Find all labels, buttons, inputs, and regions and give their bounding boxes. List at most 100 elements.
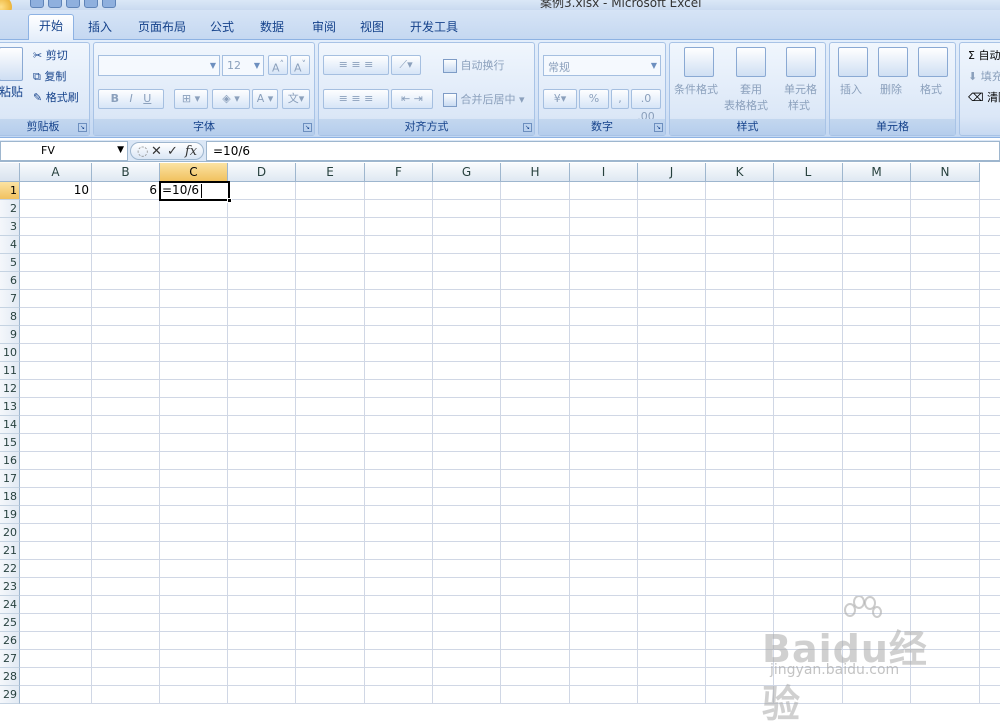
font-size-combo[interactable]: 12 ▼	[222, 55, 264, 76]
column-header-a[interactable]: A	[20, 163, 92, 182]
row-header-11[interactable]: 11	[0, 362, 20, 380]
row-header-26[interactable]: 26	[0, 632, 20, 650]
row-header-7[interactable]: 7	[0, 290, 20, 308]
row-header-5[interactable]: 5	[0, 254, 20, 272]
enter-icon[interactable]: ✓	[167, 143, 178, 160]
fill-color-button[interactable]: ◈ ▾	[212, 89, 250, 109]
number-format-combo[interactable]: 常规 ▼	[543, 55, 661, 76]
row-header-17[interactable]: 17	[0, 470, 20, 488]
font-launcher-icon[interactable]: ↘	[303, 123, 312, 132]
paste-icon[interactable]	[0, 47, 23, 81]
indent-buttons[interactable]: ⇤ ⇥	[391, 89, 433, 109]
redo-icon[interactable]	[66, 0, 80, 8]
tab-page-layout[interactable]: 页面布局	[128, 16, 196, 40]
column-header-l[interactable]: L	[774, 163, 843, 182]
format-cells-icon[interactable]	[918, 47, 948, 77]
paste-button[interactable]: 粘贴	[0, 83, 23, 100]
currency-button[interactable]: ¥▾	[543, 89, 577, 109]
conditional-formatting-icon[interactable]	[684, 47, 714, 77]
decimal-buttons[interactable]: .0 .00	[631, 89, 661, 123]
delete-cells-button[interactable]: 删除	[880, 81, 902, 97]
font-name-combo[interactable]: ▼	[98, 55, 220, 76]
row-header-3[interactable]: 3	[0, 218, 20, 236]
customize-qat-icon[interactable]	[102, 0, 116, 8]
row-header-22[interactable]: 22	[0, 560, 20, 578]
format-as-table-line2[interactable]: 表格格式	[724, 97, 768, 113]
cell-styles-line2[interactable]: 样式	[788, 97, 810, 113]
column-header-m[interactable]: M	[843, 163, 911, 182]
format-as-table-icon[interactable]	[736, 47, 766, 77]
clear-button[interactable]: ⌫ 清除	[968, 89, 1000, 105]
row-header-23[interactable]: 23	[0, 578, 20, 596]
format-as-table-line1[interactable]: 套用	[740, 81, 762, 97]
underline-icon[interactable]: U	[143, 92, 151, 105]
cancel-icon[interactable]: ✕	[151, 143, 162, 160]
undo-icon[interactable]	[48, 0, 62, 8]
column-header-i[interactable]: I	[570, 163, 638, 182]
tab-review[interactable]: 审阅	[302, 16, 346, 40]
comma-button[interactable]: ,	[611, 89, 629, 109]
alignment-launcher-icon[interactable]: ↘	[523, 123, 532, 132]
cell-styles-icon[interactable]	[786, 47, 816, 77]
fill-handle[interactable]	[227, 198, 232, 203]
format-painter-button[interactable]: ✎ 格式刷	[33, 89, 79, 105]
select-all-corner[interactable]	[0, 163, 20, 182]
tab-data[interactable]: 数据	[250, 16, 294, 40]
column-header-e[interactable]: E	[296, 163, 365, 182]
number-launcher-icon[interactable]: ↘	[654, 123, 663, 132]
print-preview-icon[interactable]	[84, 0, 98, 8]
column-header-d[interactable]: D	[228, 163, 296, 182]
phonetic-button[interactable]: 文▾	[282, 89, 310, 109]
row-header-1[interactable]: 1	[0, 182, 20, 200]
row-header-27[interactable]: 27	[0, 650, 20, 668]
column-header-h[interactable]: H	[501, 163, 570, 182]
format-cells-button[interactable]: 格式	[920, 81, 942, 97]
save-icon[interactable]	[30, 0, 44, 8]
delete-cells-icon[interactable]	[878, 47, 908, 77]
cell-B1[interactable]: 6	[92, 182, 160, 200]
tab-formulas[interactable]: 公式	[200, 16, 244, 40]
row-header-16[interactable]: 16	[0, 452, 20, 470]
orientation-button[interactable]: ⟋▾	[391, 55, 421, 75]
row-header-21[interactable]: 21	[0, 542, 20, 560]
row-header-25[interactable]: 25	[0, 614, 20, 632]
clipboard-launcher-icon[interactable]: ↘	[78, 123, 87, 132]
copy-button[interactable]: ⧉ 复制	[33, 68, 66, 84]
wrap-text-button[interactable]: 自动换行	[443, 57, 505, 73]
row-header-12[interactable]: 12	[0, 380, 20, 398]
insert-cells-icon[interactable]	[838, 47, 868, 77]
expand-icon[interactable]: ◌	[137, 143, 148, 160]
name-box[interactable]: FV ▼	[0, 141, 128, 161]
merge-center-button[interactable]: 合并后居中 ▾	[443, 91, 525, 107]
column-header-j[interactable]: J	[638, 163, 706, 182]
tab-home[interactable]: 开始	[28, 14, 75, 41]
column-header-b[interactable]: B	[92, 163, 160, 182]
row-header-8[interactable]: 8	[0, 308, 20, 326]
fill-button[interactable]: ⬇ 填充	[968, 68, 1000, 84]
column-header-c[interactable]: C	[160, 163, 228, 182]
vertical-align-buttons[interactable]: ≡ ≡ ≡	[323, 55, 389, 75]
percent-button[interactable]: %	[579, 89, 609, 109]
row-header-18[interactable]: 18	[0, 488, 20, 506]
row-header-24[interactable]: 24	[0, 596, 20, 614]
insert-cells-button[interactable]: 插入	[840, 81, 862, 97]
row-header-6[interactable]: 6	[0, 272, 20, 290]
name-box-dropdown-icon[interactable]: ▼	[117, 145, 124, 155]
row-header-13[interactable]: 13	[0, 398, 20, 416]
cell-styles-line1[interactable]: 单元格	[784, 81, 817, 97]
column-header-k[interactable]: K	[706, 163, 774, 182]
row-header-10[interactable]: 10	[0, 344, 20, 362]
column-header-f[interactable]: F	[365, 163, 433, 182]
conditional-formatting-button[interactable]: 条件格式	[674, 81, 718, 97]
tab-insert[interactable]: 插入	[78, 16, 122, 40]
row-header-20[interactable]: 20	[0, 524, 20, 542]
italic-icon[interactable]: I	[130, 92, 133, 105]
autosum-button[interactable]: Σ 自动	[968, 47, 1000, 63]
borders-button[interactable]: ⊞ ▾	[174, 89, 208, 109]
grow-font-button[interactable]: A˄	[268, 55, 288, 75]
column-header-g[interactable]: G	[433, 163, 501, 182]
cut-button[interactable]: ✂ 剪切	[33, 47, 68, 63]
formula-input[interactable]: =10/6	[206, 141, 1000, 161]
column-header-n[interactable]: N	[911, 163, 980, 182]
row-header-14[interactable]: 14	[0, 416, 20, 434]
